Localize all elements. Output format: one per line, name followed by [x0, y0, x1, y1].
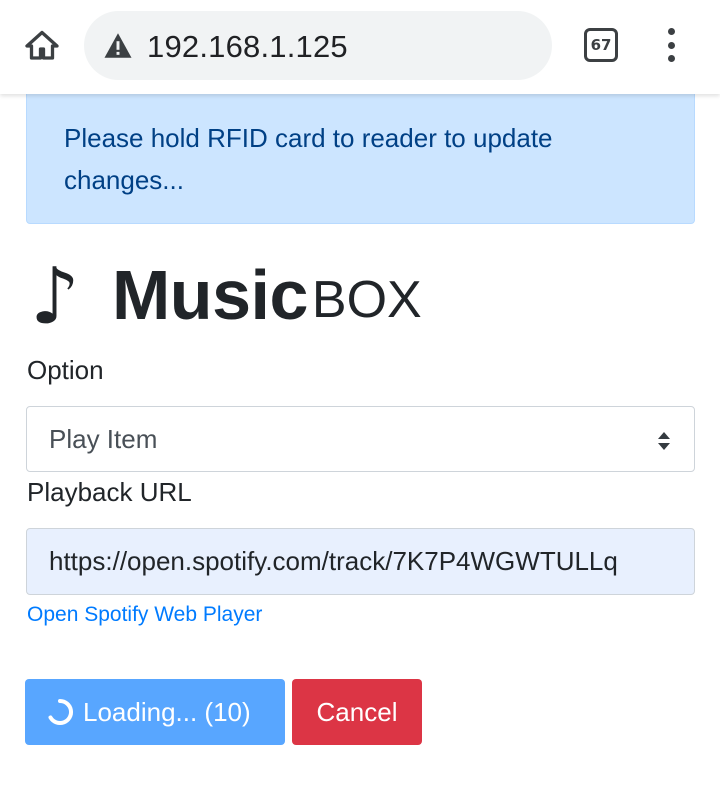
option-select[interactable]: Play Item [26, 406, 695, 472]
playback-url-input[interactable]: https://open.spotify.com/track/7K7P4WGWT… [26, 528, 695, 595]
spinner-icon [48, 698, 73, 725]
brand-name-bold: Music [112, 256, 308, 334]
cancel-button[interactable]: Cancel [292, 679, 422, 745]
browser-toolbar: 192.168.1.125 67 [0, 0, 720, 94]
address-bar[interactable]: 192.168.1.125 [84, 11, 552, 80]
url-text[interactable]: 192.168.1.125 [147, 29, 348, 65]
option-selected-value: Play Item [49, 424, 158, 454]
brand-name-light: BOX [311, 271, 422, 329]
music-note-icon: ♪ [30, 252, 80, 342]
menu-dot [667, 41, 675, 49]
tab-count: 67 [590, 36, 612, 54]
menu-dot [667, 28, 675, 35]
select-arrows-icon [658, 432, 670, 450]
option-label: Option [27, 355, 104, 385]
info-alert: Please hold RFID card to reader to updat… [26, 86, 695, 224]
home-icon[interactable] [22, 26, 62, 66]
cancel-button-label: Cancel [316, 696, 398, 727]
playback-url-label: Playback URL [27, 477, 192, 507]
loading-button-label: Loading... (10) [83, 696, 251, 727]
open-spotify-link[interactable]: Open Spotify Web Player [27, 603, 262, 627]
menu-dot [667, 55, 675, 62]
alert-message: Please hold RFID card to reader to updat… [64, 123, 553, 195]
more-vert-icon[interactable] [658, 28, 684, 62]
warning-icon[interactable] [103, 32, 133, 59]
loading-button[interactable]: Loading... (10) [25, 679, 285, 745]
tabs-icon[interactable]: 67 [584, 28, 618, 62]
brand-heading: ♪ Music BOX [30, 248, 422, 338]
